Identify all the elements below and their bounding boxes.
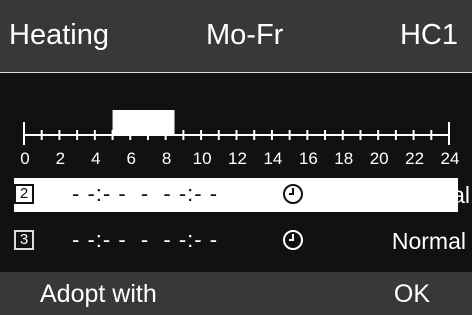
- footer-bar: Adopt with OK: [0, 272, 472, 315]
- time-label: 14: [263, 149, 283, 168]
- time-label: 20: [369, 149, 389, 168]
- time-label: 10: [192, 149, 212, 168]
- row-index: 2: [14, 184, 34, 204]
- row-mode: Normal: [395, 182, 470, 208]
- switch-period-row-2[interactable]: 2 - -:- - - - -:- - Normal: [14, 178, 470, 212]
- time-label: 8: [161, 149, 172, 168]
- time-label: 0: [20, 149, 30, 168]
- footer-adopt-label: Adopt with: [40, 280, 157, 308]
- time-label: 24: [440, 149, 460, 168]
- time-label: 6: [126, 149, 136, 168]
- time-label: 12: [228, 149, 247, 168]
- time-label: 18: [334, 149, 354, 168]
- ok-button[interactable]: OK: [394, 279, 430, 309]
- time-label: 16: [298, 149, 318, 168]
- time-label: 4: [91, 149, 101, 168]
- row-times: - -:- - - - -:- -: [72, 181, 219, 206]
- clock-icon: [283, 184, 303, 204]
- time-label: 22: [405, 149, 425, 168]
- row-index: 3: [14, 230, 34, 250]
- time-ticks: [23, 122, 450, 145]
- time-label: 2: [55, 149, 66, 168]
- switch-period-row-3[interactable]: 3 - -:- - - - -:- - Normal: [14, 224, 466, 258]
- clock-icon: [283, 230, 303, 250]
- row-mode: Normal: [391, 228, 466, 254]
- time-bar: [23, 110, 450, 145]
- row-times: - -:- - - - -:- -: [72, 227, 219, 252]
